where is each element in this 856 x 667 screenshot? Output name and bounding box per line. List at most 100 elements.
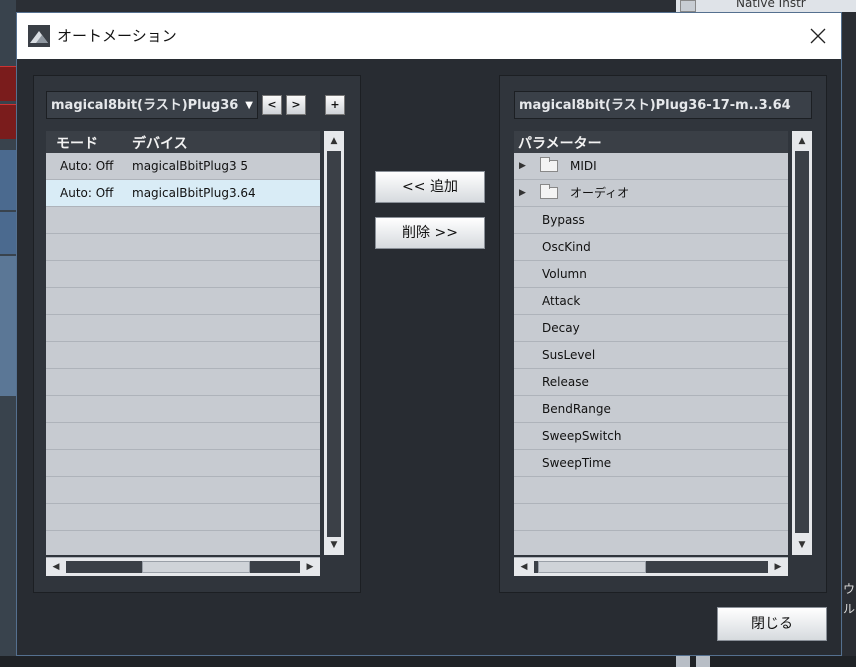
scroll-up-icon[interactable]: ▲ <box>792 133 812 149</box>
background-button <box>696 656 710 667</box>
scroll-thumb[interactable] <box>538 561 646 573</box>
scroll-thumb[interactable] <box>327 151 341 537</box>
automation-list: モード デバイス Auto: Off magicalBbitPlug3 5 Au… <box>46 131 320 558</box>
right-panel: magical8bit(ラスト)Plug36-17-m..3.64 パラメーター… <box>499 75 827 593</box>
table-row <box>46 477 320 504</box>
app-icon <box>28 25 50 47</box>
list-item[interactable]: SweepSwitch <box>514 423 788 450</box>
scroll-thumb[interactable] <box>142 561 250 573</box>
scroll-up-icon[interactable]: ▲ <box>324 133 344 149</box>
list-header: モード デバイス <box>46 131 320 153</box>
expand-arrow-icon[interactable]: ▶ <box>519 153 526 179</box>
background-bottom-strip <box>0 656 856 667</box>
target-device-label: magical8bit(ラスト)Plug36-17-m..3.64 <box>514 91 812 119</box>
folder-label: オーディオ <box>570 186 630 200</box>
param-label: OscKind <box>542 240 591 254</box>
left-panel: magical8bit(ラスト)Plug36 ▼ < > + モード デバイス … <box>33 75 361 593</box>
list-item[interactable]: Decay <box>514 315 788 342</box>
background-text: Native Instr <box>736 0 806 10</box>
background-clip <box>0 150 16 210</box>
background-clip <box>0 104 16 139</box>
background-clip <box>0 66 16 101</box>
close-icon <box>810 28 826 44</box>
table-row <box>46 342 320 369</box>
chevron-down-icon: ▼ <box>243 92 253 118</box>
table-row <box>46 207 320 234</box>
list-item <box>514 531 788 558</box>
table-row <box>46 423 320 450</box>
scroll-right-icon[interactable]: ▶ <box>302 558 318 576</box>
scroll-down-icon[interactable]: ▼ <box>324 537 344 553</box>
device-select[interactable]: magical8bit(ラスト)Plug36 ▼ <box>46 91 258 119</box>
background-panel: Native Instr <box>676 0 856 12</box>
add-device-button[interactable]: + <box>325 95 345 115</box>
column-device: デバイス <box>132 136 188 152</box>
scroll-left-icon[interactable]: ◀ <box>48 558 64 576</box>
list-item[interactable]: SusLevel <box>514 342 788 369</box>
background-glyph: ウ <box>843 582 856 596</box>
remove-button[interactable]: 削除 >> <box>375 217 485 249</box>
param-label: Attack <box>542 294 581 308</box>
column-parameter: パラメーター <box>518 136 602 152</box>
list-header: パラメーター <box>514 131 788 153</box>
param-label: BendRange <box>542 402 611 416</box>
table-row <box>46 531 320 558</box>
scroll-down-icon[interactable]: ▼ <box>792 537 812 553</box>
list-item[interactable]: Volumn <box>514 261 788 288</box>
table-row <box>46 234 320 261</box>
background-clip <box>0 212 16 254</box>
list-item[interactable]: Bypass <box>514 207 788 234</box>
table-row <box>46 261 320 288</box>
next-device-button[interactable]: > <box>286 95 306 115</box>
table-row <box>46 369 320 396</box>
param-label: Decay <box>542 321 580 335</box>
prev-device-button[interactable]: < <box>262 95 282 115</box>
parameter-list: パラメーター ▶ MIDI ▶ オーディオ Bypass OscKind Vol… <box>514 131 788 558</box>
row-device: magicalBbitPlug3.64 <box>132 186 256 200</box>
row-mode: Auto: Off <box>60 186 114 200</box>
device-select-value: magical8bit(ラスト)Plug36 <box>51 98 239 113</box>
param-label: SweepSwitch <box>542 429 622 443</box>
list-item[interactable]: Attack <box>514 288 788 315</box>
folder-item-midi[interactable]: ▶ MIDI <box>514 153 788 180</box>
table-row[interactable]: Auto: Off magicalBbitPlug3 5 <box>46 153 320 180</box>
automation-dialog: オートメーション magical8bit(ラスト)Plug36 ▼ < > + … <box>16 12 842 656</box>
scroll-left-icon[interactable]: ◀ <box>516 558 532 576</box>
background-track-strip <box>0 0 16 667</box>
folder-item-audio[interactable]: ▶ オーディオ <box>514 180 788 207</box>
left-vertical-scrollbar[interactable]: ▲ ▼ <box>324 131 344 555</box>
table-row <box>46 504 320 531</box>
param-label: Release <box>542 375 589 389</box>
expand-arrow-icon[interactable]: ▶ <box>519 180 526 206</box>
title-bar: オートメーション <box>17 13 841 59</box>
background-button <box>676 656 690 667</box>
table-row <box>46 396 320 423</box>
row-mode: Auto: Off <box>60 159 114 173</box>
background-clip <box>0 256 16 396</box>
list-item[interactable]: OscKind <box>514 234 788 261</box>
param-label: Bypass <box>542 213 585 227</box>
background-button <box>680 0 696 12</box>
table-row <box>46 315 320 342</box>
list-item[interactable]: BendRange <box>514 396 788 423</box>
background-side: ウ ル <box>843 12 856 667</box>
param-label: SweepTime <box>542 456 612 470</box>
close-window-button[interactable] <box>795 13 841 59</box>
close-dialog-button[interactable]: 閉じる <box>717 607 827 641</box>
left-horizontal-scrollbar[interactable]: ◀ ▶ <box>46 558 320 576</box>
folder-icon <box>540 184 558 199</box>
list-item <box>514 504 788 531</box>
list-item[interactable]: SweepTime <box>514 450 788 477</box>
scroll-right-icon[interactable]: ▶ <box>770 558 786 576</box>
table-row <box>46 288 320 315</box>
row-device: magicalBbitPlug3 5 <box>132 159 249 173</box>
right-horizontal-scrollbar[interactable]: ◀ ▶ <box>514 558 788 576</box>
right-vertical-scrollbar[interactable]: ▲ ▼ <box>792 131 812 555</box>
list-item[interactable]: Release <box>514 369 788 396</box>
scroll-thumb[interactable] <box>795 151 809 533</box>
dialog-title: オートメーション <box>57 27 177 45</box>
folder-label: MIDI <box>570 159 597 173</box>
add-button[interactable]: << 追加 <box>375 171 485 203</box>
table-row[interactable]: Auto: Off magicalBbitPlug3.64 <box>46 180 320 207</box>
list-item <box>514 477 788 504</box>
